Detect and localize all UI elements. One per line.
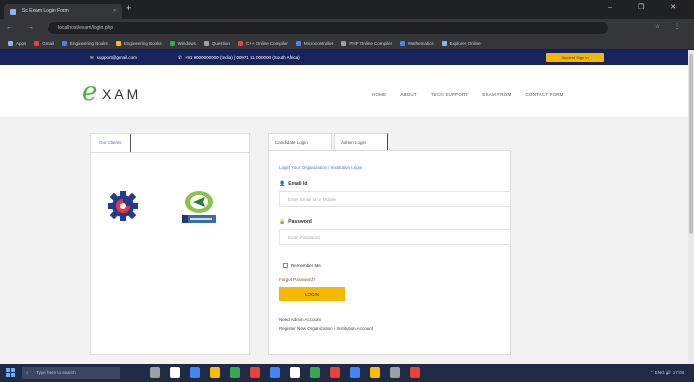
remember-checkbox[interactable] <box>283 263 288 268</box>
bookmark-item[interactable]: Question <box>203 37 230 49</box>
bookmark-item[interactable]: Explorer Online <box>441 37 481 49</box>
bookmark-favicon-icon <box>115 41 121 46</box>
page-scrollbar[interactable] <box>688 50 694 364</box>
window-controls[interactable]: – ❐ ✕ <box>608 3 688 11</box>
taskbar-app-icon[interactable] <box>170 367 180 378</box>
bookmark-favicon-icon <box>8 41 13 46</box>
nav-item-contact-form[interactable]: CONTACT FORM <box>525 92 563 97</box>
bookmark-favicon-icon <box>203 41 209 46</box>
contact-email: ✉ support@gmail.com <box>90 55 137 60</box>
address-bar: ← → ⟳ localhost/exam/login.php ☆ ⋮ <box>0 19 694 37</box>
partner-logo-icon <box>182 191 216 223</box>
taskbar-app-icon[interactable] <box>190 367 200 378</box>
web-page: ✉ support@gmail.com ✆ +91 9000000000 (Indi… <box>0 50 688 364</box>
bookmark-favicon-icon <box>341 41 347 46</box>
remember-me[interactable]: Remember Me <box>283 263 321 268</box>
login-form: Login Your Organization / Institution Lo… <box>268 150 511 355</box>
taskbar-app-icon[interactable] <box>310 367 320 378</box>
taskbar-app-icon[interactable] <box>150 367 160 378</box>
browser-tab-bar: Sc Exam Login Form × + – ❐ ✕ <box>0 0 694 19</box>
taskbar-app-icon[interactable] <box>330 367 340 378</box>
logo-e: e <box>82 77 98 107</box>
bookmark-favicon-icon <box>169 41 175 46</box>
taskbar-app-icon[interactable] <box>350 367 360 378</box>
login-panel: Candidate Login Admin Login Login Your O… <box>268 133 511 355</box>
bookmark-favicon-icon <box>34 41 40 46</box>
taskbar-app-icon[interactable] <box>290 367 300 378</box>
taskbar-app-icon[interactable] <box>370 367 380 378</box>
nav-item-about[interactable]: ABOUT <box>400 92 417 97</box>
clients-panel: Our Clients <box>90 133 250 355</box>
taskbar-app-icon[interactable] <box>390 367 400 378</box>
email-label: 👤 Email Id <box>279 181 308 187</box>
bookmark-favicon-icon <box>295 41 301 46</box>
taskbar-apps <box>150 367 430 380</box>
bookmark-item[interactable]: Engineering Books <box>115 37 162 49</box>
search-icon: ⌕ <box>26 370 29 375</box>
bookmarks-bar: Apps Gmail Engineering Books Engineering Bo… <box>0 37 694 50</box>
bookmark-item[interactable]: Engineering Books <box>62 37 108 49</box>
windows-start-icon[interactable] <box>6 368 16 378</box>
new-tab-icon[interactable]: + <box>126 3 131 13</box>
bookmark-favicon-icon <box>441 41 447 46</box>
student-signin-button[interactable]: Student Sign In <box>546 53 604 62</box>
taskbar-search[interactable]: ⌕ Type here to search <box>22 367 120 379</box>
user-icon: 👤 <box>279 181 286 187</box>
nav-item-home[interactable]: HOME <box>372 92 386 97</box>
logo-text: XAM <box>102 86 142 102</box>
site-header: e XAM HOME ABOUT TECH SUPPORT EXAM FROM CONT… <box>0 65 688 117</box>
bookmark-item[interactable]: PHP Online Compiler <box>341 37 392 49</box>
password-label: 🔒 Password <box>279 219 312 225</box>
tab-our-clients[interactable]: Our Clients <box>91 134 131 152</box>
tab-title: Sc Exam Login Form <box>22 8 69 14</box>
password-field[interactable] <box>279 229 511 245</box>
main-menu: HOME ABOUT TECH SUPPORT EXAM FROM CONTACT FO… <box>372 92 578 98</box>
bookmark-favicon-icon <box>237 41 243 46</box>
register-organization-link[interactable]: Register New Organization / Institution … <box>279 326 373 331</box>
favicon-icon <box>10 9 16 15</box>
need-admin-account-link[interactable]: Need Admin Account <box>279 317 321 322</box>
bookmark-item[interactable]: Gmail <box>34 37 54 49</box>
bookmark-favicon-icon <box>400 41 406 46</box>
bookmark-star-icon[interactable]: ☆ ⋮ <box>655 23 686 30</box>
taskbar-app-icon[interactable] <box>250 367 260 378</box>
contact-strip: ✉ support@gmail.com ✆ +91 9000000000 (Indi… <box>0 50 688 65</box>
taskbar-app-icon[interactable] <box>270 367 280 378</box>
nav-item-exam-from[interactable]: EXAM FROM <box>482 92 511 97</box>
email-field[interactable] <box>279 191 511 207</box>
bookmark-item[interactable]: C++ Online Compiler <box>237 37 288 49</box>
site-logo[interactable]: e XAM <box>82 78 202 108</box>
bookmark-item[interactable]: Apps <box>8 37 26 49</box>
close-tab-icon[interactable]: × <box>113 4 116 19</box>
taskbar-app-icon[interactable] <box>410 367 420 378</box>
url-input[interactable]: localhost/exam/login.php <box>48 22 608 34</box>
phone-icon: ✆ <box>178 55 182 60</box>
taskbar-app-icon[interactable] <box>210 367 220 378</box>
bookmark-item[interactable]: Mathematics <box>400 37 434 49</box>
browser-tab[interactable]: Sc Exam Login Form × <box>4 4 122 19</box>
login-intro: Login Your Organization / Institution Lo… <box>279 165 363 170</box>
gear-logo-icon <box>108 191 138 221</box>
nav-item-tech-support[interactable]: TECH SUPPORT <box>431 92 469 97</box>
system-tray[interactable]: ⌃ ENG 🔊 17:08 <box>650 364 684 382</box>
bookmark-item[interactable]: Windows <box>169 37 196 49</box>
envelope-icon: ✉ <box>90 55 94 60</box>
taskbar-app-icon[interactable] <box>230 367 240 378</box>
contact-phone: ✆ +91 9000000000 (India) | 00971 11 00000… <box>178 55 300 60</box>
lock-icon: 🔒 <box>279 219 286 225</box>
bookmark-favicon-icon <box>62 41 68 46</box>
login-button[interactable]: LOGIN <box>279 287 345 301</box>
main-content: Our Clients Candidate Login Admin Login … <box>0 117 688 364</box>
bookmark-item[interactable]: Microcontroller <box>295 37 333 49</box>
os-taskbar: ⌕ Type here to search ⌃ ENG 🔊 17:08 <box>0 364 694 382</box>
tab-candidate-login[interactable]: Candidate Login <box>268 133 332 150</box>
forgot-password-link[interactable]: Forgot Password? <box>279 277 316 282</box>
tab-admin-login[interactable]: Admin Login <box>334 133 388 150</box>
login-tabs: Candidate Login Admin Login <box>268 133 511 150</box>
